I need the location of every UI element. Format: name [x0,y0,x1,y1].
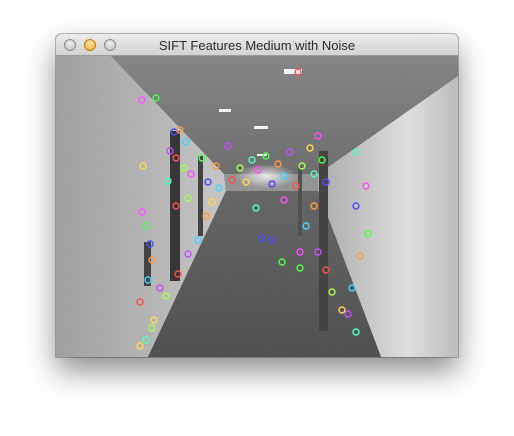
corridor-image [56,56,458,357]
image-view [56,56,458,357]
title-bar[interactable]: SIFT Features Medium with Noise [56,34,458,56]
window-title: SIFT Features Medium with Noise [158,38,356,53]
app-window: SIFT Features Medium with Noise [56,34,458,357]
desktop: SIFT Features Medium with Noise [0,0,514,436]
noise-overlay [56,56,458,357]
